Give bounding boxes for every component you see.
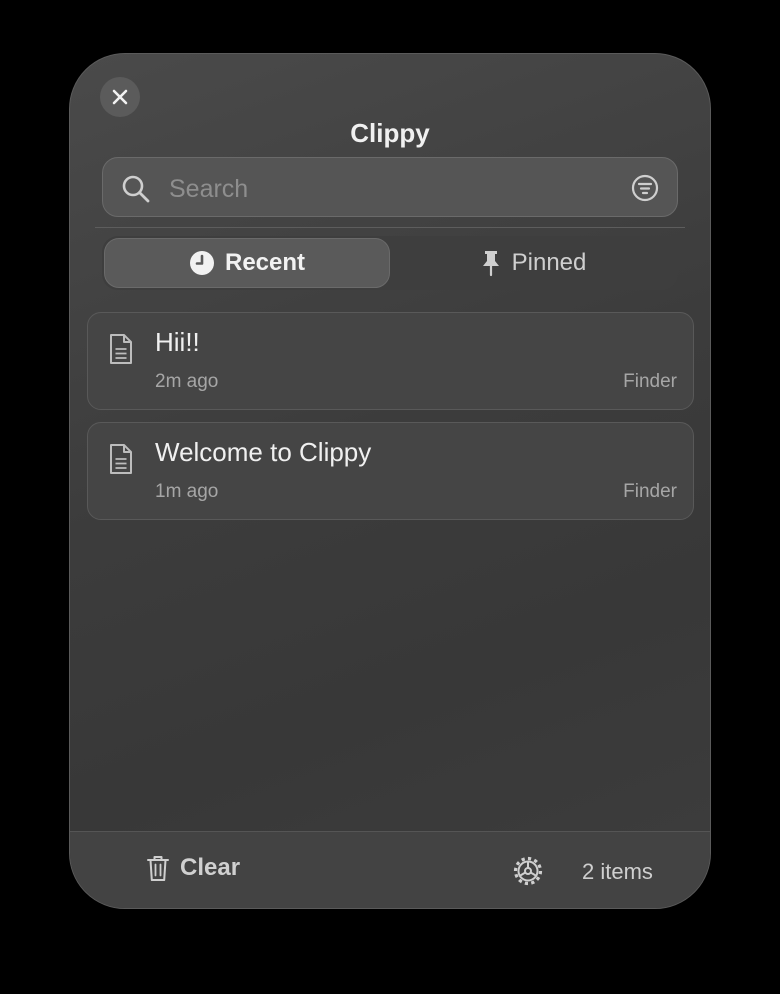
pin-icon xyxy=(482,251,499,277)
search-icon xyxy=(122,175,150,203)
clock-icon xyxy=(189,251,214,275)
app-title: Clippy xyxy=(350,118,430,148)
close-button[interactable] xyxy=(100,77,140,117)
footer-bar: Clear 2 items xyxy=(70,832,710,908)
settings-button[interactable] xyxy=(511,854,545,893)
document-icon xyxy=(110,444,132,474)
header-divider xyxy=(95,227,685,228)
clip-text: Hii!! xyxy=(155,327,200,357)
item-count: 2 items xyxy=(582,859,653,884)
search-input[interactable] xyxy=(167,168,611,210)
clip-time: 2m ago xyxy=(155,371,219,392)
list-item[interactable]: Hii!! 2m ago Finder xyxy=(87,312,694,410)
clear-label: Clear xyxy=(180,854,241,881)
tab-pinned[interactable]: Pinned xyxy=(390,238,676,288)
clip-source: Finder xyxy=(623,371,677,392)
close-icon xyxy=(112,89,128,105)
clip-time: 1m ago xyxy=(155,481,219,502)
filter-icon[interactable] xyxy=(631,174,659,202)
document-icon xyxy=(110,334,132,364)
clip-text: Welcome to Clippy xyxy=(155,437,372,467)
clipboard-panel: Clippy Recent Pinned xyxy=(69,53,711,909)
list-item[interactable]: Welcome to Clippy 1m ago Finder xyxy=(87,422,694,520)
clear-button[interactable]: Clear xyxy=(146,854,240,882)
tab-recent[interactable]: Recent xyxy=(104,238,390,288)
search-bar[interactable] xyxy=(102,157,678,217)
tab-switcher: Recent Pinned xyxy=(102,236,678,290)
tab-pinned-label: Pinned xyxy=(511,249,587,276)
gear-icon xyxy=(513,856,543,886)
clip-source: Finder xyxy=(623,481,677,502)
tab-recent-label: Recent xyxy=(224,249,306,276)
trash-icon xyxy=(147,856,169,881)
